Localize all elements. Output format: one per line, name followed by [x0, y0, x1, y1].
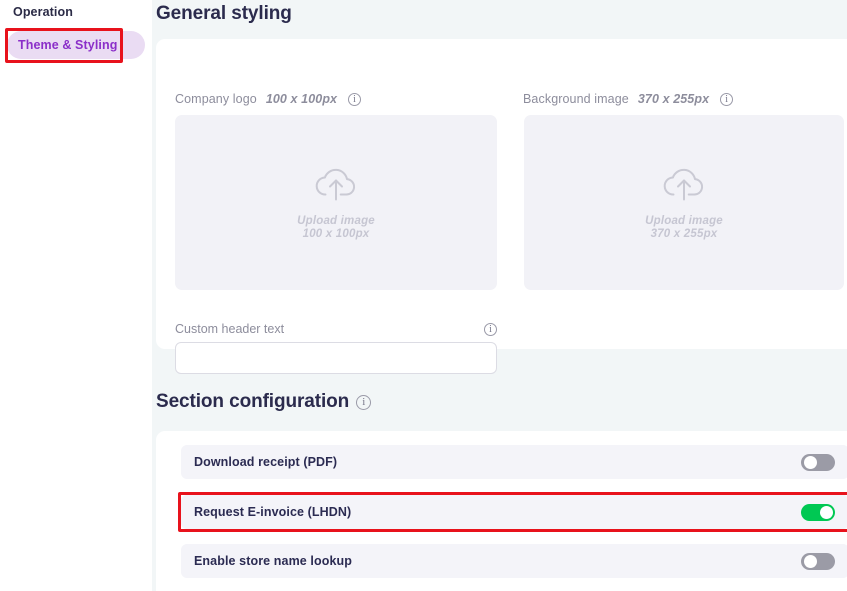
toggle-row-label: Enable store name lookup — [194, 554, 352, 568]
sidebar-item-label: Theme & Styling — [18, 38, 117, 52]
company-logo-upload-caption: Upload image — [297, 215, 375, 227]
custom-header-text-field-head: Custom header text — [175, 322, 497, 336]
info-icon[interactable] — [348, 93, 361, 106]
sidebar: Operation Theme & Styling — [0, 0, 152, 591]
custom-header-text-input[interactable] — [175, 342, 497, 374]
background-image-upload-dimensions: 370 x 255px — [651, 228, 718, 240]
custom-header-text-label: Custom header text — [175, 322, 284, 336]
company-logo-upload-dimensions: 100 x 100px — [303, 228, 370, 240]
cloud-upload-icon — [661, 165, 707, 208]
background-image-label: Background image — [523, 92, 629, 106]
toggle-row-request-e-invoice[interactable]: Request E-invoice (LHDN) — [181, 495, 847, 529]
company-logo-upload-dropzone[interactable]: Upload image 100 x 100px — [175, 115, 497, 290]
settings-page: Operation Theme & Styling General stylin… — [0, 0, 847, 591]
general-styling-title: General styling — [156, 3, 292, 25]
toggle-row-label: Download receipt (PDF) — [194, 455, 337, 469]
toggle-knob — [804, 555, 817, 568]
background-image-upload-caption: Upload image — [645, 215, 723, 227]
main-content: General styling Company logo 100 x 100px… — [152, 0, 847, 591]
cloud-upload-icon — [313, 165, 359, 208]
toggle-switch-enable-store-name-lookup[interactable] — [801, 553, 835, 570]
toggle-row-label: Request E-invoice (LHDN) — [194, 505, 351, 519]
sidebar-item-theme-styling[interactable]: Theme & Styling — [7, 31, 145, 59]
toggle-knob — [820, 506, 833, 519]
general-styling-card: Company logo 100 x 100px Upload image 10… — [156, 39, 847, 349]
company-logo-dimensions: 100 x 100px — [266, 92, 337, 106]
section-configuration-title-text: Section configuration — [156, 391, 349, 413]
toggle-row-download-receipt[interactable]: Download receipt (PDF) — [181, 445, 847, 479]
company-logo-field-head: Company logo 100 x 100px — [175, 92, 361, 106]
sidebar-group-label: Operation — [13, 5, 73, 19]
background-image-upload-dropzone[interactable]: Upload image 370 x 255px — [524, 115, 844, 290]
info-icon[interactable] — [356, 395, 371, 410]
general-styling-title-text: General styling — [156, 3, 292, 25]
toggle-knob — [804, 456, 817, 469]
toggle-switch-download-receipt[interactable] — [801, 454, 835, 471]
background-image-field-head: Background image 370 x 255px — [523, 92, 733, 106]
info-icon[interactable] — [720, 93, 733, 106]
toggle-row-enable-store-name-lookup[interactable]: Enable store name lookup — [181, 544, 847, 578]
company-logo-label: Company logo — [175, 92, 257, 106]
info-icon[interactable] — [484, 323, 497, 336]
section-configuration-title: Section configuration — [156, 391, 371, 413]
background-image-dimensions: 370 x 255px — [638, 92, 709, 106]
toggle-switch-request-e-invoice[interactable] — [801, 504, 835, 521]
